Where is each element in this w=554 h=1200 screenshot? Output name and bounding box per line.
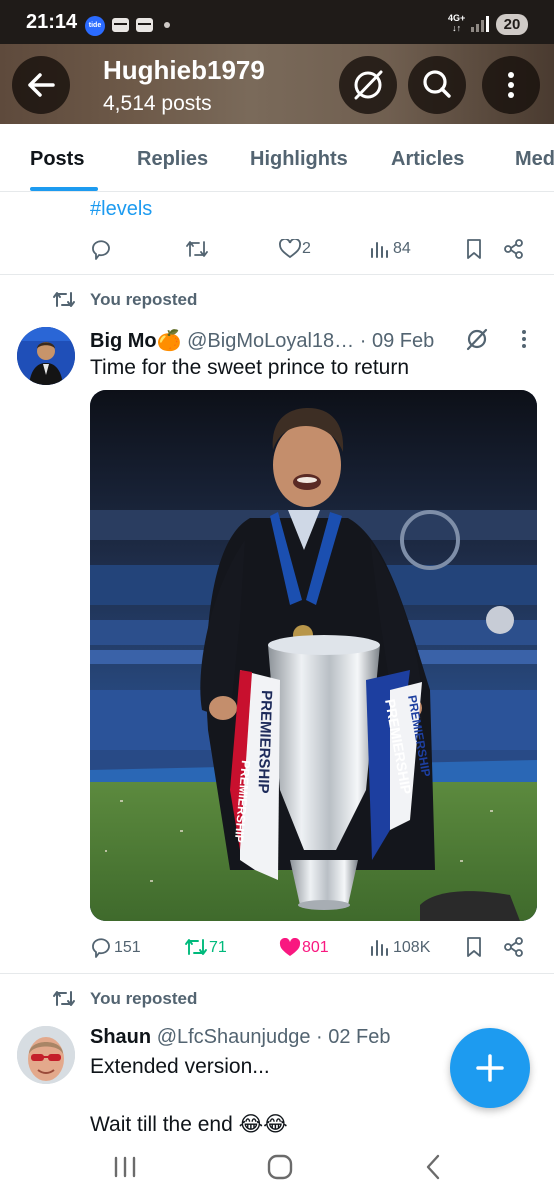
status-bar: 21:14 tide 4G+ ↓↑ 20 <box>0 0 554 44</box>
repost-icon <box>53 292 75 307</box>
tide-app-icon: tide <box>85 16 105 36</box>
reply-icon[interactable] <box>90 238 112 260</box>
reply-count: 151 <box>114 939 141 956</box>
more-vertical-icon[interactable] <box>518 328 530 350</box>
tab-articles[interactable]: Articles <box>391 148 464 171</box>
notification-dot-icon <box>164 22 170 28</box>
views-icon[interactable] <box>370 938 390 956</box>
author-name[interactable]: Big Mo🍊 <box>90 330 182 352</box>
signal-icon <box>471 16 489 32</box>
no-sync-icon <box>354 70 383 100</box>
trophy-ribbon-text: PREMIERSHIP <box>254 690 275 794</box>
like-count: 801 <box>302 939 329 956</box>
views-icon[interactable] <box>370 240 390 258</box>
more-vertical-icon <box>508 72 514 98</box>
more-options-button[interactable] <box>482 56 540 114</box>
post-author-line: Big Mo🍊 @BigMoLoyal18… · 09 Feb <box>90 328 434 353</box>
like-icon[interactable] <box>279 239 301 259</box>
network-type: 4G+ ↓↑ <box>448 13 466 33</box>
tab-posts[interactable]: Posts <box>30 148 84 171</box>
repost-label: You reposted <box>90 989 198 1008</box>
repost-count: 71 <box>209 939 227 956</box>
battery-indicator: 20 <box>496 14 528 35</box>
back-arrow-icon <box>28 73 55 97</box>
repost-icon[interactable] <box>184 936 208 958</box>
wallet-icon <box>112 18 129 32</box>
hashtag-link[interactable]: #levels <box>90 198 152 221</box>
compose-button[interactable] <box>450 1028 530 1108</box>
status-time: 21:14 <box>26 11 78 33</box>
post-divider <box>0 973 554 974</box>
back-button[interactable] <box>12 56 70 114</box>
post-count: 4,514 posts <box>103 92 212 115</box>
tab-highlights[interactable]: Highlights <box>250 148 348 171</box>
profile-header: Hughieb1979 4,514 posts <box>0 44 554 124</box>
post-divider <box>0 274 554 275</box>
post-image[interactable]: PREMIERSHIP PREMIERSHIP PREMIERSHIP PREM… <box>90 390 537 921</box>
share-icon[interactable] <box>503 238 525 260</box>
post-text: Time for the sweet prince to return <box>90 356 410 379</box>
tab-media[interactable]: Media <box>515 148 554 171</box>
search-button[interactable] <box>408 56 466 114</box>
system-navigation-bar <box>0 1140 554 1200</box>
search-icon <box>423 70 451 98</box>
post-text-line: Wait till the end 😂😂 <box>90 1113 288 1136</box>
plus-icon <box>476 1054 504 1082</box>
profile-tabs: Posts Replies Highlights Articles Media <box>0 124 554 192</box>
author-name[interactable]: Shaun <box>90 1026 151 1048</box>
post-text-line: Extended version... <box>90 1055 270 1078</box>
author-handle[interactable]: @BigMoLoyal18… <box>187 330 354 352</box>
repost-icon <box>53 991 75 1006</box>
like-count: 2 <box>302 240 311 257</box>
recent-apps-icon[interactable] <box>112 1155 138 1179</box>
repost-icon[interactable] <box>185 238 209 260</box>
post-author-line: Shaun @LfcShaunjudge · 02 Feb <box>90 1026 390 1049</box>
bookmark-icon[interactable] <box>465 936 483 958</box>
avatar[interactable] <box>17 327 75 385</box>
home-icon[interactable] <box>266 1153 294 1181</box>
share-icon[interactable] <box>503 936 525 958</box>
grok-button[interactable] <box>339 56 397 114</box>
avatar[interactable] <box>17 1026 75 1084</box>
back-nav-icon[interactable] <box>423 1153 443 1181</box>
post-date: · 09 Feb <box>359 330 435 352</box>
bookmark-icon[interactable] <box>465 238 483 260</box>
no-sync-icon[interactable] <box>464 326 490 352</box>
active-tab-indicator <box>30 187 98 191</box>
repost-label: You reposted <box>90 290 198 309</box>
author-handle[interactable]: @LfcShaunjudge <box>157 1026 311 1048</box>
view-count: 84 <box>393 240 411 257</box>
view-count: 108K <box>393 939 431 956</box>
reply-icon[interactable] <box>90 936 112 958</box>
profile-name: Hughieb1979 <box>103 55 265 85</box>
like-icon[interactable] <box>279 938 301 958</box>
tab-replies[interactable]: Replies <box>137 148 208 171</box>
wallet-icon <box>136 18 153 32</box>
post-date: · 02 Feb <box>316 1026 391 1048</box>
